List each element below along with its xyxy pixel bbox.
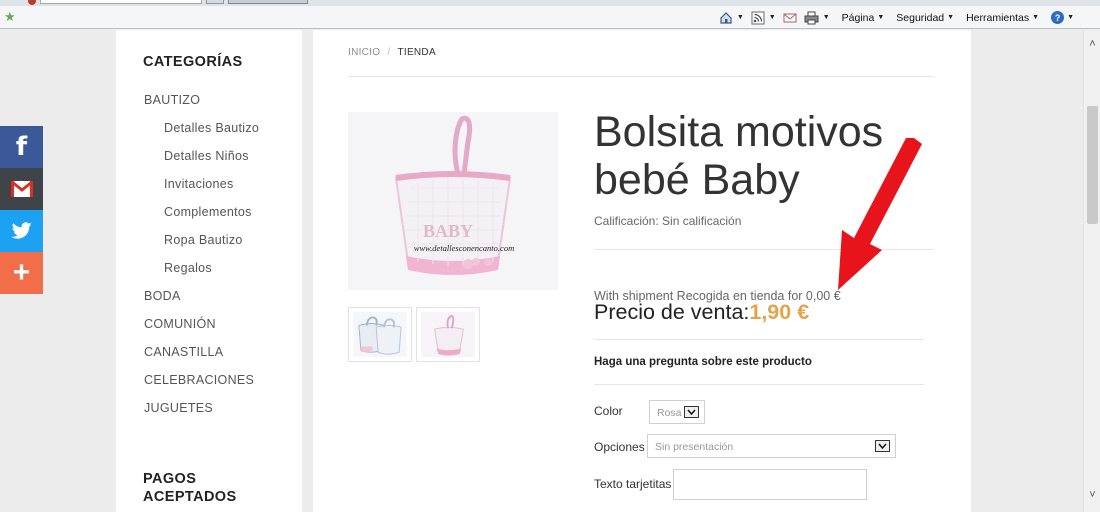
- options-select[interactable]: Sin presentación: [647, 434, 896, 458]
- category-list: BAUTIZO Detalles Bautizo Detalles Niños …: [144, 86, 304, 422]
- print-dropdown-icon[interactable]: ▼: [823, 14, 830, 21]
- category-item[interactable]: COMUNIÓN: [144, 310, 304, 338]
- facebook-share-button[interactable]: f: [0, 126, 43, 168]
- chevron-down-icon[interactable]: [684, 406, 699, 418]
- options-selected-value: Sin presentación: [655, 441, 734, 453]
- home-dropdown-icon[interactable]: ▼: [737, 14, 744, 21]
- subcategory-item[interactable]: Regalos: [144, 254, 304, 282]
- chevron-down-icon[interactable]: [875, 440, 890, 452]
- product-price: Precio de venta:1,90 €: [594, 300, 809, 325]
- card-text-label: Texto tarjetitas: [594, 477, 672, 491]
- bag-print-text: BABY: [423, 221, 473, 241]
- main-content: INICIO / TIENDA BABY www.detallesconencant…: [313, 30, 971, 512]
- feeds-icon[interactable]: [750, 10, 766, 26]
- product-thumbnail-pink[interactable]: [416, 307, 480, 362]
- help-icon[interactable]: ?: [1051, 11, 1065, 24]
- ask-question-link[interactable]: Haga una pregunta sobre este producto: [594, 356, 812, 368]
- card-text-input[interactable]: [673, 469, 867, 500]
- security-menu[interactable]: Seguridad: [896, 12, 944, 24]
- subcategory-item[interactable]: Detalles Niños: [144, 142, 304, 170]
- payments-heading: PAGOS ACEPTADOS: [143, 471, 237, 505]
- breadcrumb-home-link[interactable]: INICIO: [348, 47, 380, 58]
- page-menu[interactable]: Página: [842, 12, 875, 24]
- thumbnail-pink-image: [421, 312, 475, 357]
- categories-heading: CATEGORÍAS: [143, 54, 243, 70]
- divider: [594, 339, 924, 340]
- category-item[interactable]: CANASTILLA: [144, 338, 304, 366]
- product-thumbnail-blue[interactable]: [348, 307, 412, 362]
- color-selected-value: Rosa: [657, 407, 682, 419]
- sidebar: CATEGORÍAS BAUTIZO Detalles Bautizo Deta…: [116, 30, 302, 512]
- subcategory-item[interactable]: Complementos: [144, 198, 304, 226]
- scroll-thumb[interactable]: [1087, 106, 1098, 224]
- product-rating: Calificación: Sin calificación: [594, 214, 742, 228]
- help-dropdown-icon[interactable]: ▼: [1067, 14, 1074, 21]
- subcategory-item[interactable]: Invitaciones: [144, 170, 304, 198]
- plus-icon: +: [12, 256, 31, 289]
- color-label: Color: [594, 404, 623, 418]
- category-item[interactable]: CELEBRACIONES: [144, 366, 304, 394]
- twitter-icon: [10, 222, 32, 239]
- security-dropdown-icon[interactable]: ▼: [947, 14, 954, 21]
- breadcrumb: INICIO / TIENDA: [348, 47, 436, 58]
- divider: [348, 76, 934, 77]
- image-watermark: www.detallesconencanto.com: [414, 243, 514, 253]
- print-icon[interactable]: [804, 10, 820, 26]
- category-item[interactable]: BODA: [144, 282, 304, 310]
- subcategory-item[interactable]: Ropa Bautizo: [144, 226, 304, 254]
- options-label: Opciones: [594, 440, 645, 454]
- thumbnail-blue-image: [353, 312, 407, 357]
- category-item[interactable]: JUGUETES: [144, 394, 304, 422]
- scroll-up-icon[interactable]: ˄: [1084, 36, 1100, 53]
- favorites-star-icon[interactable]: ★: [4, 10, 16, 24]
- category-item[interactable]: BAUTIZO: [144, 86, 304, 114]
- mail-icon[interactable]: [782, 10, 798, 26]
- search-go-button[interactable]: [206, 0, 224, 4]
- scroll-down-icon[interactable]: ˅: [1084, 487, 1100, 504]
- facebook-icon: f: [15, 132, 28, 162]
- gmail-share-button[interactable]: [0, 168, 43, 210]
- page-dropdown-icon[interactable]: ▼: [877, 14, 884, 21]
- command-group: ▼ ▼ ▼ Página ▼ Seguridad ▼ Herramientas …: [718, 9, 1080, 26]
- price-amount: 1,90 €: [749, 300, 810, 324]
- search-submit-button[interactable]: [228, 0, 308, 4]
- more-share-button[interactable]: +: [0, 252, 43, 294]
- subcategory-item[interactable]: Detalles Bautizo: [144, 114, 304, 142]
- vertical-scrollbar[interactable]: ˄ ˅: [1083, 30, 1100, 512]
- product-title: Bolsita motivos bebé Baby: [594, 108, 884, 204]
- color-select[interactable]: Rosa: [649, 400, 705, 424]
- feeds-dropdown-icon[interactable]: ▼: [769, 14, 776, 21]
- divider: [594, 249, 934, 250]
- breadcrumb-separator: /: [387, 47, 391, 58]
- search-box[interactable]: [40, 0, 202, 4]
- security-icon: [28, 0, 36, 5]
- social-share-bar: f +: [0, 126, 43, 294]
- product-image[interactable]: BABY www.detallesconencanto.com: [348, 112, 558, 290]
- browser-command-bar: ★ ▼ ▼ ▼ Página ▼ Seguridad ▼ Herramienta…: [0, 6, 1100, 29]
- twitter-share-button[interactable]: [0, 210, 43, 252]
- price-label: Precio de venta:: [594, 300, 750, 324]
- gmail-icon: [10, 181, 33, 197]
- breadcrumb-current: TIENDA: [397, 47, 436, 58]
- bag-illustration: BABY www.detallesconencanto.com: [348, 112, 558, 290]
- home-icon[interactable]: [718, 10, 734, 26]
- tools-menu[interactable]: Herramientas: [966, 12, 1029, 24]
- tools-dropdown-icon[interactable]: ▼: [1032, 14, 1039, 21]
- divider: [594, 384, 924, 385]
